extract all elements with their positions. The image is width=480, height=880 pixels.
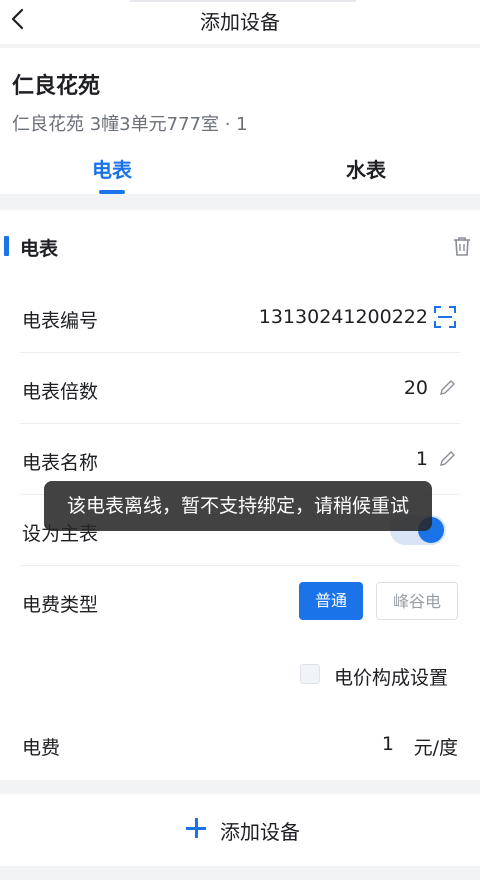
section-header: 电表: [0, 210, 480, 282]
section-title: 电表: [20, 238, 59, 260]
tab-active-indicator: [99, 190, 125, 194]
meter-tabs: 电表 水表: [0, 144, 480, 194]
price-setting-label[interactable]: 电价构成设置: [334, 663, 448, 690]
status-notch: [130, 0, 356, 2]
plus-icon: [186, 818, 206, 838]
scan-icon[interactable]: [434, 306, 456, 328]
meter-multiplier-label: 电表倍数: [22, 381, 99, 403]
electricity-fee-value[interactable]: 1: [382, 733, 394, 755]
electricity-fee-unit: 元/度: [413, 737, 458, 759]
fee-type-peak-valley-button[interactable]: 峰谷电: [376, 582, 458, 620]
meter-number-label: 电表编号: [22, 310, 99, 332]
property-header: 仁良花苑 仁良花苑 3幢3单元777室 · 1 电表 水表: [0, 48, 480, 194]
section-accent-bar: [4, 236, 9, 256]
electricity-fee-label: 电费: [22, 737, 61, 759]
tab-water-meter[interactable]: 水表: [346, 154, 386, 183]
pencil-icon[interactable]: [438, 450, 456, 468]
meter-number-value: 13130241200222: [258, 306, 428, 328]
meter-name-label: 电表名称: [22, 452, 99, 474]
fee-type-label: 电费类型: [22, 594, 99, 616]
community-name: 仁良花苑: [12, 74, 101, 99]
meter-name-value[interactable]: 1: [416, 448, 428, 470]
page-title: 添加设备: [200, 10, 280, 34]
room-address: 仁良花苑 3幢3单元777室 · 1: [12, 114, 248, 135]
add-device-label: 添加设备: [220, 820, 300, 844]
pencil-icon[interactable]: [438, 379, 456, 397]
price-setting-checkbox[interactable]: [300, 664, 320, 684]
tab-electric-meter[interactable]: 电表: [92, 154, 132, 183]
meter-multiplier-row: 电表倍数 20: [0, 353, 480, 424]
electricity-fee-row: 电费 1 元/度: [0, 709, 480, 780]
meter-multiplier-value[interactable]: 20: [404, 377, 428, 399]
fee-type-normal-button[interactable]: 普通: [299, 582, 363, 620]
add-device-button[interactable]: 添加设备: [0, 794, 480, 866]
offline-toast: 该电表离线，暂不支持绑定，请稍候重试: [44, 481, 432, 531]
meter-number-row: 电表编号 13130241200222: [0, 282, 480, 353]
fee-type-row: 电费类型 普通 峰谷电: [0, 566, 480, 637]
top-nav-bar: 添加设备: [0, 0, 480, 44]
trash-icon[interactable]: [450, 234, 474, 258]
